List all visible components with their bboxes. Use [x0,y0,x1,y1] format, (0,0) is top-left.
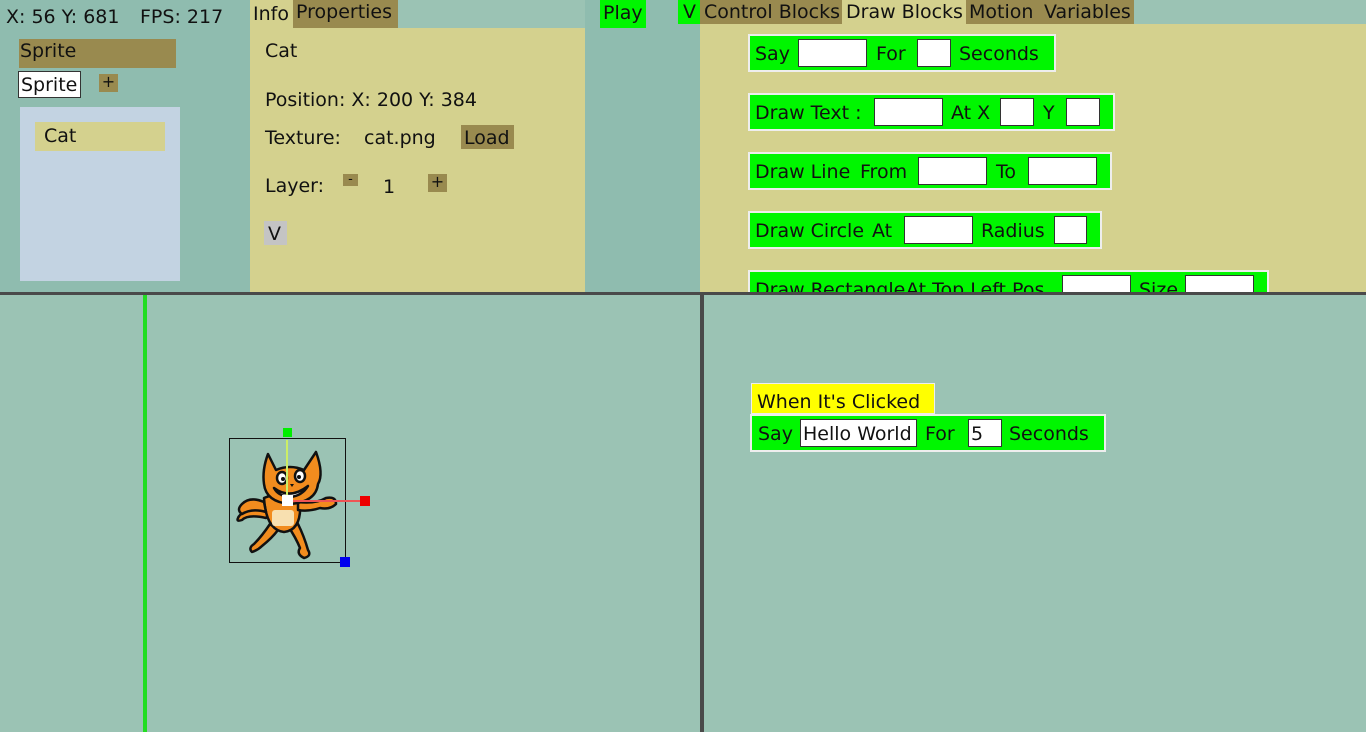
stage-canvas[interactable] [0,295,700,732]
draw-text-y-input[interactable] [1066,98,1100,126]
script-seconds-label: Seconds [1009,423,1089,445]
draw-circle-label: Draw Circle [755,220,865,242]
layer-plus-label: + [430,172,445,191]
tab-variables[interactable]: Variables [1041,0,1134,24]
tab-properties[interactable]: Properties [293,0,398,28]
layer-value: 1 [383,176,396,198]
tab-draw-label: Draw Blocks [846,1,963,23]
draw-circle-at-input[interactable] [904,216,973,244]
tab-variables-label: Variables [1044,1,1131,23]
event-block-label: When It's Clicked [757,391,921,413]
add-sprite-button[interactable]: + [99,74,118,92]
sprite-header: Sprite [19,39,176,68]
seconds-label: Seconds [959,43,1039,65]
draw-text-label: Draw Text : [755,102,862,124]
tab-control-blocks[interactable]: Control Blocks [700,0,842,24]
mouse-coordinates: X: 56 Y: 681 [6,6,120,28]
draw-rect-size-input[interactable] [1185,275,1254,292]
script-message-input[interactable]: Hello World [800,419,917,447]
visibility-label: V [268,223,281,245]
size-label: Size [1139,279,1179,293]
tab-motion-label: Motion [969,1,1034,23]
blocks-palette: Say For Seconds Draw Text : At X Y Draw … [700,24,1366,292]
for-label: For [876,43,906,65]
gizmo-center-handle[interactable] [282,495,293,506]
palette-draw-circle-block[interactable]: Draw Circle At Radius [748,211,1102,249]
draw-line-from-input[interactable] [918,157,987,185]
draw-text-x-input[interactable] [1000,98,1034,126]
layer-increment-button[interactable]: + [428,174,447,192]
stage-guide-line [143,295,147,732]
palette-draw-text-block[interactable]: Draw Text : At X Y [748,93,1115,131]
script-duration-value: 5 [971,423,984,445]
script-for-label: For [925,423,955,445]
sprite-list: Cat [20,107,180,281]
sprite-name-value: Sprite [21,74,78,96]
to-label: To [996,161,1017,183]
palette-say-block[interactable]: Say For Seconds [748,34,1056,72]
at-top-left-label: At Top Left Pos [906,279,1045,293]
visibility-button[interactable]: V [264,221,287,245]
sprite-list-item[interactable]: Cat [35,122,165,151]
sprite-header-label: Sprite [20,40,77,62]
draw-line-to-input[interactable] [1028,157,1097,185]
draw-circle-radius-input[interactable] [1054,216,1087,244]
add-sprite-label: + [101,72,116,91]
load-button-label: Load [464,127,510,149]
tab-properties-label: Properties [296,1,393,23]
script-area[interactable] [704,295,1366,732]
tab-info[interactable]: Info [250,0,293,28]
tab-control-label: Control Blocks [704,1,841,23]
layer-label: Layer: [265,175,325,197]
script-message-value: Hello World [803,423,912,445]
texture-label: Texture: [265,127,341,149]
properties-panel: Cat Position: X: 200 Y: 384 Texture: cat… [250,28,585,292]
draw-line-label: Draw Line [755,161,851,183]
layer-decrement-button[interactable]: - [343,172,358,187]
gizmo-x-axis [292,500,360,502]
sprite-title: Cat [265,40,298,62]
gizmo-y-axis [286,440,288,498]
load-texture-button[interactable]: Load [461,125,514,149]
play-button-label: Play [603,2,643,24]
tab-info-label: Info [253,3,289,25]
layer-minus-label: - [348,172,353,187]
say-duration-input[interactable] [917,39,951,67]
say-message-input[interactable] [798,39,867,67]
tab-draw-blocks[interactable]: Draw Blocks [842,0,966,24]
toggle-v-button[interactable]: V [678,0,700,24]
fps-counter: FPS: 217 [140,6,224,28]
toggle-v-label: V [683,1,696,23]
gizmo-y-handle[interactable] [283,428,292,437]
from-label: From [860,161,908,183]
sprite-list-item-label: Cat [44,125,77,147]
say-label: Say [755,43,790,65]
gizmo-scale-handle[interactable] [340,557,350,567]
position-readout: Position: X: 200 Y: 384 [265,89,477,111]
palette-draw-line-block[interactable]: Draw Line From To [748,152,1112,190]
gizmo-x-handle[interactable] [360,496,370,506]
play-button[interactable]: Play [600,0,646,28]
script-say-label: Say [758,423,793,445]
at-x-label: At X [951,102,991,124]
palette-draw-rect-block[interactable]: Draw Rectangle At Top Left Pos Size [748,270,1269,292]
tab-motion[interactable]: Motion [966,0,1041,24]
draw-rect-label: Draw Rectangle [755,279,906,293]
texture-filename: cat.png [364,127,436,149]
script-duration-input[interactable]: 5 [968,419,1002,447]
event-block-when-clicked[interactable]: When It's Clicked [751,383,935,414]
radius-label: Radius [981,220,1045,242]
draw-text-input[interactable] [874,98,943,126]
toolbar-gap [585,0,700,293]
y-label: Y [1043,102,1055,124]
at-label: At [872,220,893,242]
sprite-name-input[interactable]: Sprite [18,71,81,98]
draw-rect-pos-input[interactable] [1062,275,1131,292]
script-say-block[interactable]: Say Hello World For 5 Seconds [750,414,1106,452]
